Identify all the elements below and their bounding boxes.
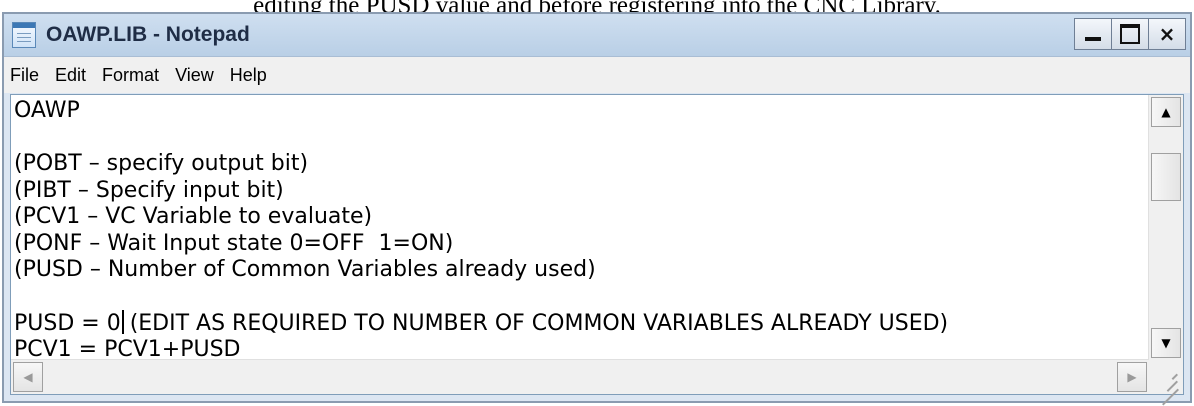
editor-area[interactable]: OAWP (POBT – specify output bit) (PIBT –… xyxy=(10,94,1184,406)
arrow-left-icon: ◀ xyxy=(23,370,33,384)
notepad-window: OAWP.LIB - Notepad × File Edit Format Vi… xyxy=(2,12,1192,406)
arrow-down-icon: ▼ xyxy=(1161,336,1171,350)
menu-bar: File Edit Format View Help xyxy=(4,57,1190,93)
text-content[interactable]: OAWP (POBT – specify output bit) (PIBT –… xyxy=(11,95,1149,360)
text-line: (PONF – Wait Input state 0=OFF 1=ON) xyxy=(14,230,454,256)
text-line: (PUSD – Number of Common Variables alrea… xyxy=(14,257,596,282)
text-line: OAWP xyxy=(14,98,80,123)
maximize-icon xyxy=(1120,24,1140,44)
arrow-right-icon: ▶ xyxy=(1127,370,1137,384)
menu-edit[interactable]: Edit xyxy=(55,63,86,88)
text-after-cursor: (EDIT AS REQUIRED TO NUMBER OF COMMON VA… xyxy=(122,311,949,336)
horizontal-scrollbar[interactable]: ◀ ▶ xyxy=(11,359,1149,394)
resize-grip-icon[interactable] xyxy=(1149,360,1183,406)
scroll-up-button[interactable]: ▲ xyxy=(1151,97,1181,127)
text-line xyxy=(14,284,1149,311)
minimize-icon xyxy=(1085,37,1101,41)
window-controls: × xyxy=(1074,18,1186,50)
text-line: PCV1 = PCV1+PUSD xyxy=(14,336,241,361)
text-line: (PIBT – Specify input bit) xyxy=(14,177,284,203)
window-title: OAWP.LIB - Notepad xyxy=(46,23,250,46)
close-icon: × xyxy=(1158,22,1176,46)
menu-view[interactable]: View xyxy=(175,63,214,88)
maximize-button[interactable] xyxy=(1111,18,1149,50)
menu-format[interactable]: Format xyxy=(102,63,159,88)
vertical-scroll-thumb[interactable] xyxy=(1151,153,1181,201)
text-line-cursor: PUSD = 0 (EDIT AS REQUIRED TO NUMBER OF … xyxy=(14,310,1149,337)
menu-file[interactable]: File xyxy=(10,63,39,88)
vertical-scrollbar[interactable]: ▲ ▼ xyxy=(1148,95,1183,360)
text-before-cursor: PUSD = 0 xyxy=(14,311,121,336)
text-line xyxy=(14,125,1149,152)
close-button[interactable]: × xyxy=(1148,18,1186,50)
scroll-right-button[interactable]: ▶ xyxy=(1117,362,1147,392)
title-bar[interactable]: OAWP.LIB - Notepad × xyxy=(4,14,1190,57)
notepad-icon xyxy=(12,22,36,48)
text-line: (PCV1 – VC Variable to evaluate) xyxy=(14,204,373,229)
arrow-up-icon: ▲ xyxy=(1161,105,1171,119)
menu-help[interactable]: Help xyxy=(230,63,267,88)
scroll-left-button[interactable]: ◀ xyxy=(13,362,43,392)
text-line: (POBT – specify output bit) xyxy=(14,151,309,176)
scroll-down-button[interactable]: ▼ xyxy=(1151,328,1181,358)
minimize-button[interactable] xyxy=(1074,18,1112,50)
